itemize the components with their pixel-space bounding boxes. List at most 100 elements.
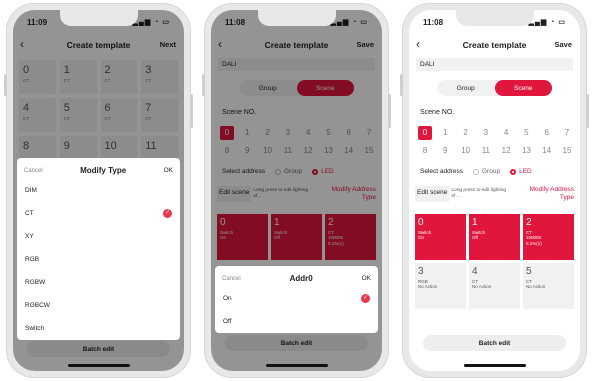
scene-number-button[interactable]: 15 xyxy=(560,144,574,158)
tab-scene[interactable]: Scene xyxy=(494,80,552,96)
modify-type-sheet: Cancel Modify Type OK DIM CT ✓ XY RGB RGBW RGB… xyxy=(17,158,180,340)
card-number: 0 xyxy=(418,217,424,228)
scene-number-button[interactable]: 12 xyxy=(499,144,513,158)
phone-frame-1: 11:09 ▂▄▆ ◔ ▭ ‹ Create template Next 0 CT… xyxy=(4,3,193,378)
type-option[interactable]: RGB xyxy=(17,248,180,271)
scene-number-button[interactable]: 9 xyxy=(438,144,452,158)
nav-bar: ‹ Create template Save xyxy=(409,34,580,56)
back-icon[interactable]: ‹ xyxy=(416,37,420,51)
card-number: 1 xyxy=(472,217,478,228)
dali-field[interactable]: DALI xyxy=(416,58,573,71)
home-indicator xyxy=(265,364,328,367)
edit-scene-row: Edit scene Long press to edit lighting e… xyxy=(415,186,574,202)
scene-no-label: Scene NO. xyxy=(420,109,455,116)
card-number: 4 xyxy=(472,266,478,277)
scene-number-button[interactable]: 0 xyxy=(418,126,432,140)
type-option-label: Switch xyxy=(25,325,45,332)
state-option[interactable]: Off xyxy=(215,310,378,333)
cancel-button[interactable]: Cancel xyxy=(222,276,241,282)
sheet-header: Cancel Modify Type OK xyxy=(17,158,180,179)
scene-number-button[interactable]: 4 xyxy=(499,126,513,140)
save-button[interactable]: Save xyxy=(554,40,572,49)
screen-create-template: 11:08 ▂▄▆ ◔ ▭ ‹ Create template Save DAL… xyxy=(409,10,580,371)
card-state: On xyxy=(418,235,425,240)
group-scene-toggle: Group Scene xyxy=(437,80,552,96)
type-option-label: RGBW xyxy=(25,279,46,286)
scene-address-card[interactable]: 3 RGB No Action xyxy=(415,263,466,309)
modify-address-type-button[interactable]: Modify Address Type xyxy=(516,186,574,202)
ok-button[interactable]: OK xyxy=(164,167,173,174)
state-option-label: Off xyxy=(223,318,232,325)
scene-number-button[interactable]: 3 xyxy=(479,126,493,140)
radio-led-icon[interactable] xyxy=(510,168,517,175)
type-option-label: RGBCW xyxy=(25,302,50,309)
scene-number-button[interactable]: 13 xyxy=(519,144,533,158)
state-options: On ✓ Off xyxy=(215,287,378,333)
notch xyxy=(257,10,336,26)
radio-group-icon[interactable] xyxy=(473,168,479,175)
card-state: No Action xyxy=(418,284,438,289)
home-indicator xyxy=(463,364,526,367)
scene-row-2: 8 9 10 11 12 13 14 15 xyxy=(418,144,574,158)
status-icons: ▂▄▆ ◔ ▭ xyxy=(528,19,566,26)
card-number: 2 xyxy=(526,217,532,228)
sheet-title: Modify Type xyxy=(80,166,127,175)
scene-number-button[interactable]: 14 xyxy=(540,144,554,158)
scene-address-card[interactable]: 5 CT No Action xyxy=(523,263,574,309)
batch-edit-button[interactable]: Batch edit xyxy=(423,335,566,351)
scene-address-card[interactable]: 2 CT 10000K 0.1%(1) xyxy=(523,214,574,260)
screen-addr0: 11:08 ▂▄▆ ◔ ▭ ‹ Create template Save DAL… xyxy=(211,10,382,371)
scene-number-button[interactable]: 11 xyxy=(479,144,493,158)
scene-row-1: 01234567 xyxy=(418,126,574,140)
type-option[interactable]: CT ✓ xyxy=(17,202,180,225)
state-option[interactable]: On ✓ xyxy=(215,287,378,310)
screen-modify-type: 11:09 ▂▄▆ ◔ ▭ ‹ Create template Next 0 CT… xyxy=(13,10,184,371)
scene-number-button[interactable]: 8 xyxy=(418,144,432,158)
long-press-hint: Long press to edit lighting ef... xyxy=(451,188,507,199)
card-state-2: 0.1%(1) xyxy=(526,240,542,246)
scene-number-button[interactable]: 2 xyxy=(459,126,473,140)
notch xyxy=(455,10,534,26)
scene-card-grid: 0 Switch On 1 Switch Off 2 CT 10000K 0.1%(1) 3 RGB N… xyxy=(415,214,574,309)
type-options: DIM CT ✓ XY RGB RGBW RGBCW Switch xyxy=(17,179,180,340)
phone-frame-2: 11:08 ▂▄▆ ◔ ▭ ‹ Create template Save DAL… xyxy=(202,3,391,378)
type-option[interactable]: RGBW xyxy=(17,271,180,294)
status-time: 11:08 xyxy=(423,18,444,27)
type-option-label: CT xyxy=(25,210,34,217)
type-option-label: RGB xyxy=(25,256,40,263)
type-option-label: DIM xyxy=(25,187,37,194)
page-title: Create template xyxy=(462,40,527,50)
scene-number-button[interactable]: 6 xyxy=(540,126,554,140)
state-option-label: On xyxy=(223,295,232,302)
card-state: No Action xyxy=(526,284,546,289)
radio-led-label: LED xyxy=(519,168,532,175)
check-icon: ✓ xyxy=(163,209,172,218)
select-address-row: Select address Group LED xyxy=(420,168,574,175)
type-option[interactable]: DIM xyxy=(17,179,180,202)
phone-frame-3: 11:08 ▂▄▆ ◔ ▭ ‹ Create template Save DAL… xyxy=(400,3,589,378)
sheet-header: Cancel Addr0 OK xyxy=(215,266,378,287)
scene-number-button[interactable]: 1 xyxy=(438,126,452,140)
type-option[interactable]: RGBCW xyxy=(17,294,180,317)
ok-button[interactable]: OK xyxy=(362,275,371,282)
check-icon: ✓ xyxy=(361,294,370,303)
scene-address-card[interactable]: 4 CT No Action xyxy=(469,263,520,309)
addr0-sheet: Cancel Addr0 OK On ✓ Off xyxy=(215,266,378,333)
scene-number-button[interactable]: 5 xyxy=(519,126,533,140)
cancel-button[interactable]: Cancel xyxy=(24,168,43,174)
card-state: No Action xyxy=(472,284,492,289)
notch xyxy=(59,10,138,26)
tab-group[interactable]: Group xyxy=(437,80,495,96)
scene-number-button[interactable]: 7 xyxy=(560,126,574,140)
card-state: Off xyxy=(472,235,478,240)
scene-address-card[interactable]: 1 Switch Off xyxy=(469,214,520,260)
home-indicator xyxy=(67,364,130,367)
radio-group-label: Group xyxy=(482,168,501,175)
select-address-label: Select address xyxy=(420,168,463,175)
scene-address-card[interactable]: 0 Switch On xyxy=(415,214,466,260)
edit-scene-label: Edit scene xyxy=(415,186,450,202)
card-number: 5 xyxy=(526,266,532,277)
scene-number-button[interactable]: 10 xyxy=(459,144,473,158)
type-option[interactable]: Switch xyxy=(17,317,180,340)
type-option[interactable]: XY xyxy=(17,225,180,248)
